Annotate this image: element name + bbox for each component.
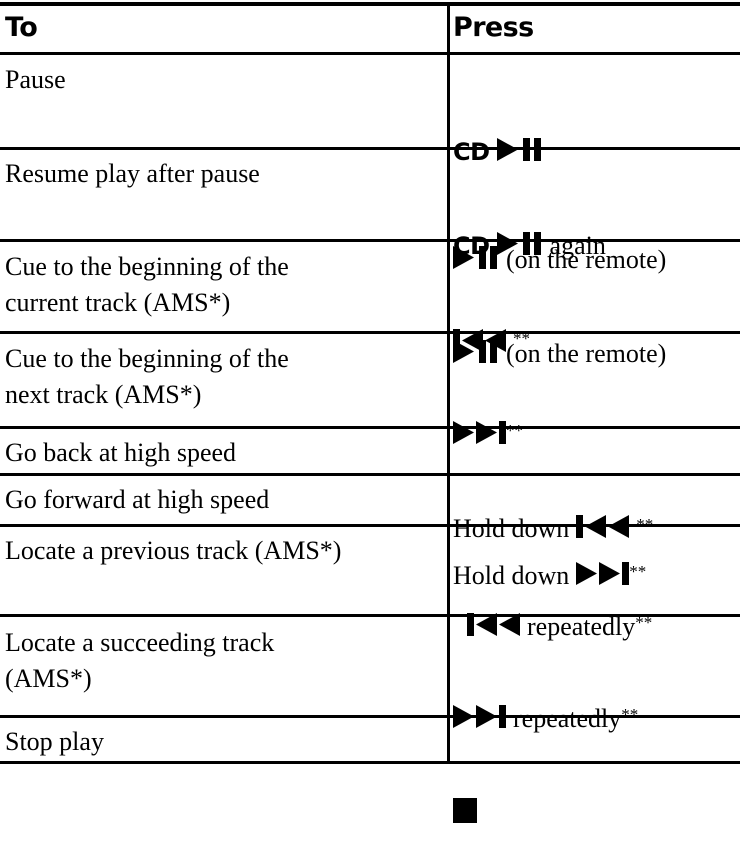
row-label-pause: Pause [5, 65, 66, 94]
row-label-cue-next-track: Cue to the beginning of the next track (… [5, 344, 289, 409]
column-header-press: Press [453, 12, 534, 43]
transport-controls-table: To Press Pause CD (on the remote) Resume… [0, 0, 740, 823]
action-line [453, 760, 738, 832]
row-label-go-forward: Go forward at high speed [5, 485, 270, 514]
table-top-border [0, 2, 740, 6]
stop-icon [453, 798, 477, 823]
row-label-go-back: Go back at high speed [5, 438, 237, 467]
row-label-locate-previous-track: Locate a previous track (AMS*) [5, 536, 342, 565]
column-header-to: To [5, 12, 38, 43]
row-label-locate-succeeding-track: Locate a succeeding track (AMS*) [5, 628, 275, 693]
footnote-marker: ** [621, 705, 639, 724]
row-label-resume-play: Resume play after pause [5, 159, 260, 188]
row-label-stop-play: Stop play [5, 727, 104, 756]
row-action-stop-play [453, 724, 738, 868]
row-label-cue-current-track: Cue to the beginning of the current trac… [5, 252, 289, 317]
header-bottom-rule [0, 52, 740, 55]
